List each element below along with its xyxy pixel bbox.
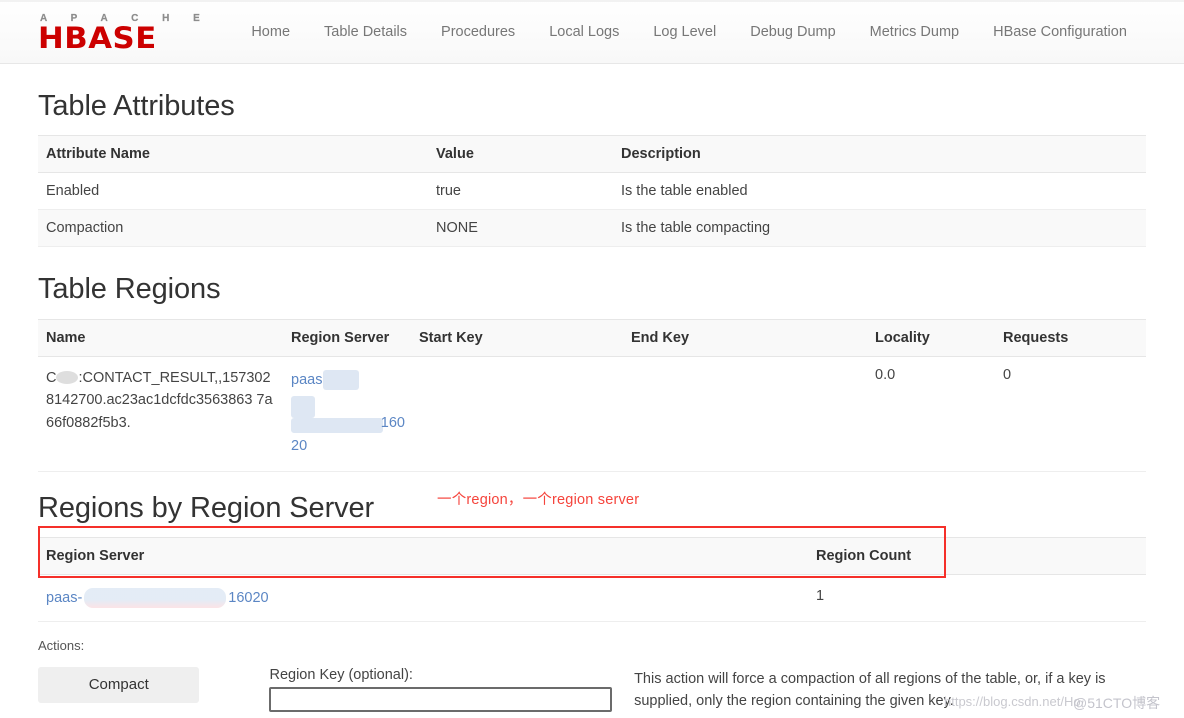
th-requests: Requests bbox=[995, 318, 1146, 357]
nav-link-procedures[interactable]: Procedures bbox=[424, 14, 532, 50]
region-server-port-b: 20 bbox=[291, 438, 308, 455]
nav-link-table-details[interactable]: Table Details bbox=[307, 14, 424, 50]
nav-item-table-details: Table Details bbox=[307, 14, 424, 50]
annotation-region-note: 一个region，一个region server bbox=[437, 492, 640, 508]
compact-button[interactable]: Compact bbox=[38, 667, 200, 704]
actions-label: Actions: bbox=[38, 638, 85, 654]
cell-attribute-description: Is the table enabled bbox=[613, 172, 1146, 211]
cell-region-name: C:CONTACT_RESULT,,157302 8142700.ac23ac1… bbox=[38, 356, 283, 472]
rbs-server-prefix: paas- bbox=[46, 589, 83, 606]
rbs-server-port: 16020 bbox=[228, 589, 269, 606]
nav-item-metrics-dump: Metrics Dump bbox=[853, 14, 976, 50]
cell-rbs-region-server: paas- 16020 bbox=[38, 574, 808, 623]
th-locality: Locality bbox=[867, 318, 995, 357]
apache-hbase-logo[interactable]: A P A C H E HBASE bbox=[38, 12, 210, 52]
nav-link-home[interactable]: Home bbox=[234, 14, 307, 50]
th-attribute-value: Value bbox=[428, 135, 613, 174]
redaction-blob bbox=[323, 369, 360, 390]
nav-item-debug-dump: Debug Dump bbox=[733, 14, 852, 50]
nav-link-hbase-configuration[interactable]: HBase Configuration bbox=[976, 14, 1144, 50]
region-server-port-a: 160 bbox=[380, 414, 405, 431]
cell-start-key bbox=[411, 356, 623, 472]
nav-link-local-logs[interactable]: Local Logs bbox=[532, 14, 636, 50]
actions-row: Compact Region Key (optional): This acti… bbox=[38, 667, 1146, 713]
region-key-field-group: Region Key (optional): bbox=[269, 667, 613, 713]
table-attributes-header-row: Attribute Name Value Description bbox=[38, 135, 1146, 174]
nav-item-log-level: Log Level bbox=[636, 14, 733, 50]
redaction-blob bbox=[56, 371, 79, 385]
compact-action-description: This action will force a compaction of a… bbox=[634, 671, 1106, 709]
cell-region-server: paas 160 20 bbox=[283, 356, 411, 472]
th-attribute-name: Attribute Name bbox=[38, 135, 428, 174]
table-regions-title: Table Regions bbox=[38, 273, 221, 306]
nav-item-hbase-configuration: HBase Configuration bbox=[976, 14, 1144, 50]
nav-item-local-logs: Local Logs bbox=[532, 14, 636, 50]
cell-attribute-name: Compaction bbox=[38, 209, 428, 248]
th-region-name: Name bbox=[38, 318, 283, 357]
th-rbs-region-count: Region Count bbox=[808, 537, 1146, 576]
table-attributes-title: Table Attributes bbox=[38, 90, 235, 122]
table-regions-header-row: Name Region Server Start Key End Key Loc… bbox=[38, 318, 1146, 357]
regions-by-region-server-table: Region Server Region Count paas- 16020 1 bbox=[38, 537, 1146, 623]
table-row: paas- 16020 1 bbox=[38, 574, 1146, 623]
top-navbar: A P A C H E HBASE Home Table Details Pro… bbox=[0, 0, 1184, 64]
regions-by-server-header-row: Region Server Region Count bbox=[38, 537, 1146, 576]
region-key-input[interactable] bbox=[269, 687, 613, 713]
table-row: Compaction NONE Is the table compacting bbox=[38, 209, 1146, 248]
table-row: Enabled true Is the table enabled bbox=[38, 172, 1146, 211]
cell-attribute-name: Enabled bbox=[38, 172, 428, 211]
page-content: Table Attributes Attribute Name Value De… bbox=[0, 90, 1184, 713]
th-region-server: Region Server bbox=[283, 318, 411, 357]
table-regions-table: Name Region Server Start Key End Key Loc… bbox=[38, 318, 1146, 472]
th-end-key: End Key bbox=[623, 318, 867, 357]
nav-item-home: Home bbox=[234, 14, 307, 50]
cell-attribute-value: NONE bbox=[428, 209, 613, 248]
nav-links: Home Table Details Procedures Local Logs… bbox=[234, 14, 1144, 50]
cell-attribute-value: true bbox=[428, 172, 613, 211]
th-attribute-description: Description bbox=[613, 135, 1146, 174]
cell-rbs-region-count: 1 bbox=[808, 574, 1146, 623]
logo-hbase-text: HBASE bbox=[38, 20, 157, 55]
table-attributes-table: Attribute Name Value Description Enabled… bbox=[38, 135, 1146, 248]
cell-locality: 0.0 bbox=[867, 356, 995, 472]
region-name-prefix: C bbox=[46, 369, 57, 386]
th-start-key: Start Key bbox=[411, 318, 623, 357]
cell-requests: 0 bbox=[995, 356, 1146, 472]
nav-item-procedures: Procedures bbox=[424, 14, 532, 50]
nav-link-debug-dump[interactable]: Debug Dump bbox=[733, 14, 852, 50]
region-name-rest: :CONTACT_RESULT,,157302 8142700.ac23ac1d… bbox=[46, 369, 273, 431]
redaction-blob bbox=[291, 396, 315, 419]
th-rbs-region-server: Region Server bbox=[38, 537, 808, 576]
region-key-label: Region Key (optional): bbox=[269, 667, 413, 684]
region-server-link[interactable]: paas- 16020 bbox=[46, 588, 269, 609]
region-server-prefix: paas bbox=[291, 371, 323, 388]
cell-attribute-description: Is the table compacting bbox=[613, 209, 1146, 248]
region-server-link[interactable]: paas 160 20 bbox=[291, 369, 405, 461]
redaction-blob bbox=[84, 588, 227, 609]
table-row: C:CONTACT_RESULT,,157302 8142700.ac23ac1… bbox=[38, 356, 1146, 472]
nav-link-metrics-dump[interactable]: Metrics Dump bbox=[853, 14, 976, 50]
cell-end-key bbox=[623, 356, 867, 472]
redaction-blob bbox=[291, 418, 383, 434]
nav-link-log-level[interactable]: Log Level bbox=[636, 14, 733, 50]
